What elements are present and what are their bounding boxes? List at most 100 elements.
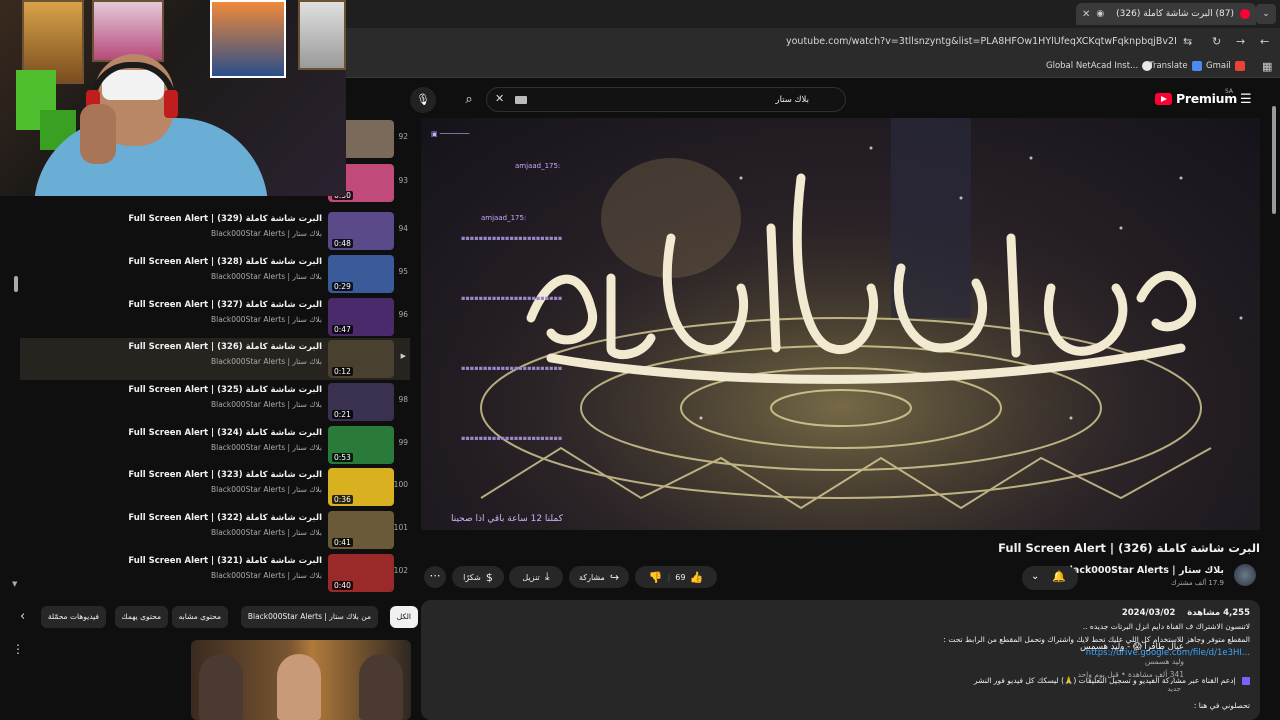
playlist-item[interactable]: 99 0:53 البرت شاشة كاملة (324) | Full Scre… <box>20 424 410 466</box>
search-box[interactable]: بلاك ستار ✕ <box>486 87 846 112</box>
like-button[interactable]: 👍 69 <box>675 571 703 584</box>
chip-all[interactable]: الكل <box>389 606 418 628</box>
playlist-index: 93 <box>398 176 408 185</box>
channel-avatar[interactable] <box>1234 564 1256 586</box>
more-actions-button[interactable]: ⋯ <box>424 566 446 588</box>
playlist-thumbnail[interactable]: 0:48 <box>328 212 394 250</box>
apps-grid-icon[interactable]: ▦ <box>1262 60 1272 73</box>
playlist-thumbnail[interactable]: 0:41 <box>328 511 394 549</box>
youtube-favicon-icon <box>1240 9 1250 19</box>
chat-line: ▪▪▪▪▪▪▪▪▪▪▪▪▪▪▪▪▪▪▪▪▪▪▪ <box>461 234 563 242</box>
chevron-left-icon[interactable]: ‹ <box>20 609 25 624</box>
region-code: SA <box>1225 88 1234 95</box>
keyboard-icon[interactable] <box>515 96 527 104</box>
playlist-item-channel: بلاك ستار | Black000Star Alerts <box>210 571 322 580</box>
channel-name[interactable]: بلاك ستار | Black000Star Alerts <box>1062 565 1224 576</box>
bookmark-netacad[interactable]: Global NetAcad Inst... <box>1046 61 1153 71</box>
playlist-item[interactable]: 101 0:41 البرت شاشة كاملة (322) | Full Scr… <box>20 509 410 551</box>
recommendation-chips: ‹ الكل من بلاك ستار | Black000Star Alert… <box>14 606 418 630</box>
share-icon: ↪ <box>609 570 620 584</box>
playlist-item-title: البرت شاشة كاملة (324) | Full Screen Ale… <box>128 428 322 438</box>
url-field[interactable]: youtube.com/watch?v=3tllsnzyntg&list=PLA… <box>786 36 1176 47</box>
dislike-button[interactable]: 👎 <box>649 571 663 584</box>
playlist-item[interactable]: ▶ 0:12 البرت شاشة كاملة (326) | Full Scree… <box>20 338 410 380</box>
playlist-thumbnail[interactable]: 0:40 <box>328 554 394 592</box>
forward-icon[interactable]: → <box>1236 35 1245 48</box>
playlist-item-title: البرت شاشة كاملة (328) | Full Screen Ale… <box>128 257 322 267</box>
video-title: البرت شاشة كاملة (326) | Full Screen Ale… <box>998 541 1260 555</box>
playlist-index: 100 <box>393 480 408 489</box>
playlist-index: 98 <box>398 395 408 404</box>
playlist-thumbnail[interactable]: 0:21 <box>328 383 394 421</box>
playlist-item-title: البرت شاشة كاملة (322) | Full Screen Ale… <box>128 513 322 523</box>
thanks-button[interactable]: $ شكرًا <box>452 566 504 588</box>
like-dislike-group: 👍 69 | 👎 <box>635 566 717 588</box>
playlist-thumbnail[interactable]: 0:53 <box>328 426 394 464</box>
recommended-thumbnail[interactable] <box>191 640 411 720</box>
browser-tab-active[interactable]: (87) البرت شاشة كاملة (326) ◉ ✕ <box>1076 3 1256 25</box>
menu-icon[interactable]: ☰ <box>1240 92 1252 107</box>
playlist-index: 92 <box>398 132 408 141</box>
playlist-item-channel: بلاك ستار | Black000Star Alerts <box>210 528 322 537</box>
thanks-icon: $ <box>485 570 493 584</box>
playlist-item[interactable]: 94 0:48 البرت شاشة كاملة (329) | Full Scre… <box>20 210 410 252</box>
video-duration: 0:29 <box>332 282 353 291</box>
youtube-play-icon <box>1155 92 1172 105</box>
close-tab-icon[interactable]: ✕ <box>1082 9 1090 20</box>
microphone-icon[interactable]: 🎙 <box>410 87 436 113</box>
description-contact: تحصلوني في هنا : <box>1193 701 1250 710</box>
playlist-item-title: البرت شاشة كاملة (326) | Full Screen Ale… <box>128 342 322 352</box>
playlist-item-title: البرت شاشة كاملة (323) | Full Screen Ale… <box>128 470 322 480</box>
back-icon[interactable]: ← <box>1260 35 1269 48</box>
playlist-item[interactable]: 96 0:47 البرت شاشة كاملة (327) | Full Scre… <box>20 296 410 338</box>
playlist-item[interactable]: 102 0:40 البرت شاشة كاملة (321) | Full Scr… <box>20 552 410 594</box>
download-button[interactable]: ⤓ تنزيل <box>509 566 563 588</box>
playlist-index: 102 <box>393 566 408 575</box>
playlist-item[interactable]: 95 0:29 البرت شاشة كاملة (328) | Full Scre… <box>20 253 410 295</box>
headphone-cup <box>164 90 178 118</box>
playlist-item[interactable]: 100 0:36 البرت شاشة كاملة (323) | Full Scr… <box>20 466 410 508</box>
search-input[interactable]: بلاك ستار <box>775 95 809 105</box>
description-box[interactable]: 4,255 مشاهدة 2024/03/02 لاتنسون الاشتراك… <box>421 600 1260 720</box>
bookmark-gmail[interactable]: Gmail <box>1206 61 1245 71</box>
page-scrollbar[interactable] <box>1272 106 1276 214</box>
chip-related[interactable]: محتوى مشابه <box>171 606 228 628</box>
chip-from-channel[interactable]: من بلاك ستار | Black000Star Alerts <box>240 606 378 628</box>
playlist-item-channel: بلاك ستار | Black000Star Alerts <box>210 315 322 324</box>
playlist-scrollbar[interactable] <box>14 276 18 292</box>
playlist-thumbnail[interactable]: 0:36 <box>328 468 394 506</box>
site-settings-icon[interactable]: ⇆ <box>1183 35 1192 48</box>
streamer-hand <box>80 104 116 164</box>
chat-username: amjaad_175: <box>515 162 561 170</box>
playlist-thumbnail[interactable]: 0:12 <box>328 340 394 378</box>
playlist-thumbnail[interactable]: 0:29 <box>328 255 394 293</box>
playlist-item[interactable]: 98 0:21 البرت شاشة كاملة (325) | Full Scre… <box>20 381 410 423</box>
new-badge: جديد <box>1164 684 1184 694</box>
bell-icon: 🔔 <box>1052 570 1066 583</box>
chip-for-you[interactable]: محتوى يهمك <box>114 606 168 628</box>
thumbnail-figure <box>277 654 321 720</box>
playlist-index: 95 <box>398 267 408 276</box>
subscribed-button[interactable]: 🔔 ⌄ <box>1022 566 1078 590</box>
wall-poster <box>92 0 164 62</box>
clear-search-icon[interactable]: ✕ <box>495 92 504 105</box>
video-player[interactable]: ▣ ─────── amjaad_175: amjaad_175: ▪▪▪▪▪▪… <box>421 118 1260 530</box>
tab-search-button[interactable]: ⌄ <box>1256 4 1276 24</box>
video-duration: 0:21 <box>332 410 353 419</box>
video-duration: 0:41 <box>332 538 353 547</box>
share-button[interactable]: ↪ مشاركة <box>569 566 629 588</box>
wall-poster <box>210 0 286 78</box>
playlist-thumbnail[interactable]: 0:47 <box>328 298 394 336</box>
scroll-down-icon[interactable]: ▼ <box>12 580 17 588</box>
search-icon[interactable]: ⌕ <box>454 87 484 112</box>
recommended-title[interactable]: عيال طافرا 😱 - وليد هسمس <box>1080 642 1184 652</box>
playlist-item-title: البرت شاشة كاملة (327) | Full Screen Ale… <box>128 300 322 310</box>
playlist-index: 96 <box>398 310 408 319</box>
recommended-channel[interactable]: وليد هسمس <box>1145 657 1184 666</box>
audio-icon[interactable]: ◉ <box>1096 9 1104 19</box>
more-vert-icon[interactable]: ⋮ <box>12 642 24 656</box>
bookmark-translate[interactable]: Translate <box>1149 61 1202 71</box>
reload-icon[interactable]: ↻ <box>1212 35 1221 48</box>
view-count-date: 4,255 مشاهدة 2024/03/02 <box>1121 608 1250 618</box>
chip-downloaded[interactable]: فيديوهات محمّلة <box>40 606 106 628</box>
